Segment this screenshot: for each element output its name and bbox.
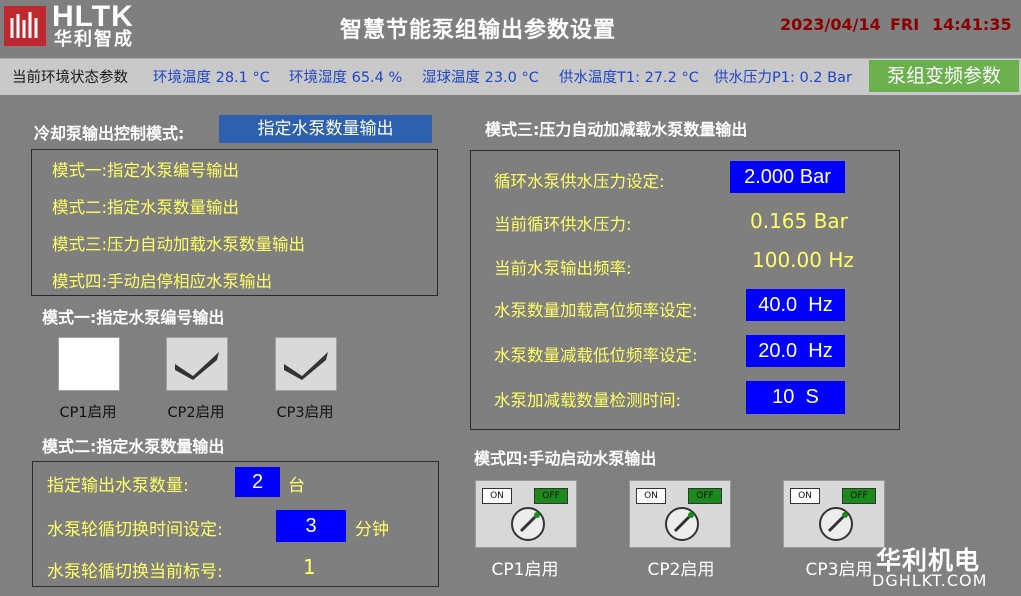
pump-count-input[interactable]: 2 [235,467,280,497]
detection-time-input[interactable]: 10 S [746,381,845,414]
cp1-enable-checkbox[interactable] [58,337,120,391]
pump-count-unit: 台 [288,476,305,496]
logo-subtitle: 华利智成 [54,29,134,50]
status-label: 当前环境状态参数 [12,70,128,86]
weekday-display: FRI [890,15,920,34]
rotation-time-label: 水泵轮循切换时间设定: [47,520,223,540]
mode4-title: 模式四:手动启动水泵输出 [474,449,657,468]
switch-on-indicator: ON [482,488,512,504]
switch-off-indicator: OFF [534,488,568,504]
pressure-setpoint-input[interactable]: 2.000 Bar [730,161,845,193]
pressure-setpoint-label: 循环水泵供水压力设定: [494,172,665,191]
current-pressure-value: 0.165 Bar [750,209,848,233]
switch-off-indicator: OFF [688,488,722,504]
cp3-manual-switch[interactable]: ON OFF [783,480,885,548]
rotation-time-unit: 分钟 [355,520,389,540]
checkmark-icon [175,352,219,380]
mode-option-1: 模式一:指定水泵编号输出 [52,161,240,180]
switch-on-indicator: ON [636,488,666,504]
cp1-manual-label: CP1启用 [491,560,559,580]
cp1-enable-label: CP1启用 [59,405,117,421]
rotary-knob-icon[interactable] [819,507,853,541]
mode-option-3: 模式三:压力自动加载水泵数量输出 [52,235,306,254]
mode-option-2: 模式二:指定水泵数量输出 [52,198,240,217]
current-pressure-label: 当前循环供水压力: [494,215,632,234]
switch-off-indicator: OFF [842,488,876,504]
load-high-frequency-label: 水泵数量加载高位频率设定: [494,301,698,320]
cp3-enable-label: CP3启用 [276,405,334,421]
cp2-manual-label: CP2启用 [647,560,715,580]
rotation-time-input[interactable]: 3 [276,510,346,542]
wet-bulb-temperature: 湿球温度 23.0 °C [422,70,539,86]
ambient-temperature: 环境温度 28.1 °C [153,70,270,86]
current-frequency-value: 100.00 Hz [752,248,854,272]
cp1-manual-switch[interactable]: ON OFF [475,480,577,548]
current-frequency-label: 当前水泵输出频率: [494,259,632,278]
ambient-humidity: 环境湿度 65.4 % [289,70,403,86]
time-display: 14:41:35 [932,15,1012,34]
mode3-title: 模式三:压力自动加减载水泵数量输出 [485,120,748,139]
mode2-title: 模式二:指定水泵数量输出 [42,437,225,456]
mode1-title: 模式一:指定水泵编号输出 [42,308,225,327]
supply-water-pressure: 供水压力P1: 0.2 Bar [714,70,852,86]
cp2-enable-checkbox[interactable] [166,337,228,391]
pump-vfd-parameters-button[interactable]: 泵组变频参数 [869,60,1019,92]
unload-low-frequency-label: 水泵数量减载低位频率设定: [494,346,698,365]
cp2-enable-label: CP2启用 [167,405,225,421]
cp3-enable-checkbox[interactable] [275,337,337,391]
unload-low-frequency-input[interactable]: 20.0 Hz [746,335,845,367]
cp2-manual-switch[interactable]: ON OFF [629,480,731,548]
switch-on-indicator: ON [790,488,820,504]
pump-count-label: 指定输出水泵数量: [47,476,189,496]
mode-option-4: 模式四:手动启停相应水泵输出 [52,272,273,291]
page-title: 智慧节能泵组输出参数设置 [340,18,617,43]
current-rotation-value: 1 [303,555,316,579]
logo-icon [4,6,46,46]
watermark-domain: DGHLKT.COM [872,571,988,590]
control-mode-select[interactable]: 指定水泵数量输出 [219,115,432,143]
detection-time-label: 水泵加减载数量检测时间: [494,391,682,410]
rotary-knob-icon[interactable] [511,507,545,541]
control-mode-label: 冷却泵输出控制模式: [34,124,185,143]
rotary-knob-icon[interactable] [665,507,699,541]
supply-water-temperature: 供水温度T1: 27.2 °C [559,70,699,86]
checkmark-icon [284,352,328,380]
load-high-frequency-input[interactable]: 40.0 Hz [746,289,845,321]
current-rotation-label: 水泵轮循切换当前标号: [47,562,223,582]
logo-text: HLTK [52,0,134,33]
